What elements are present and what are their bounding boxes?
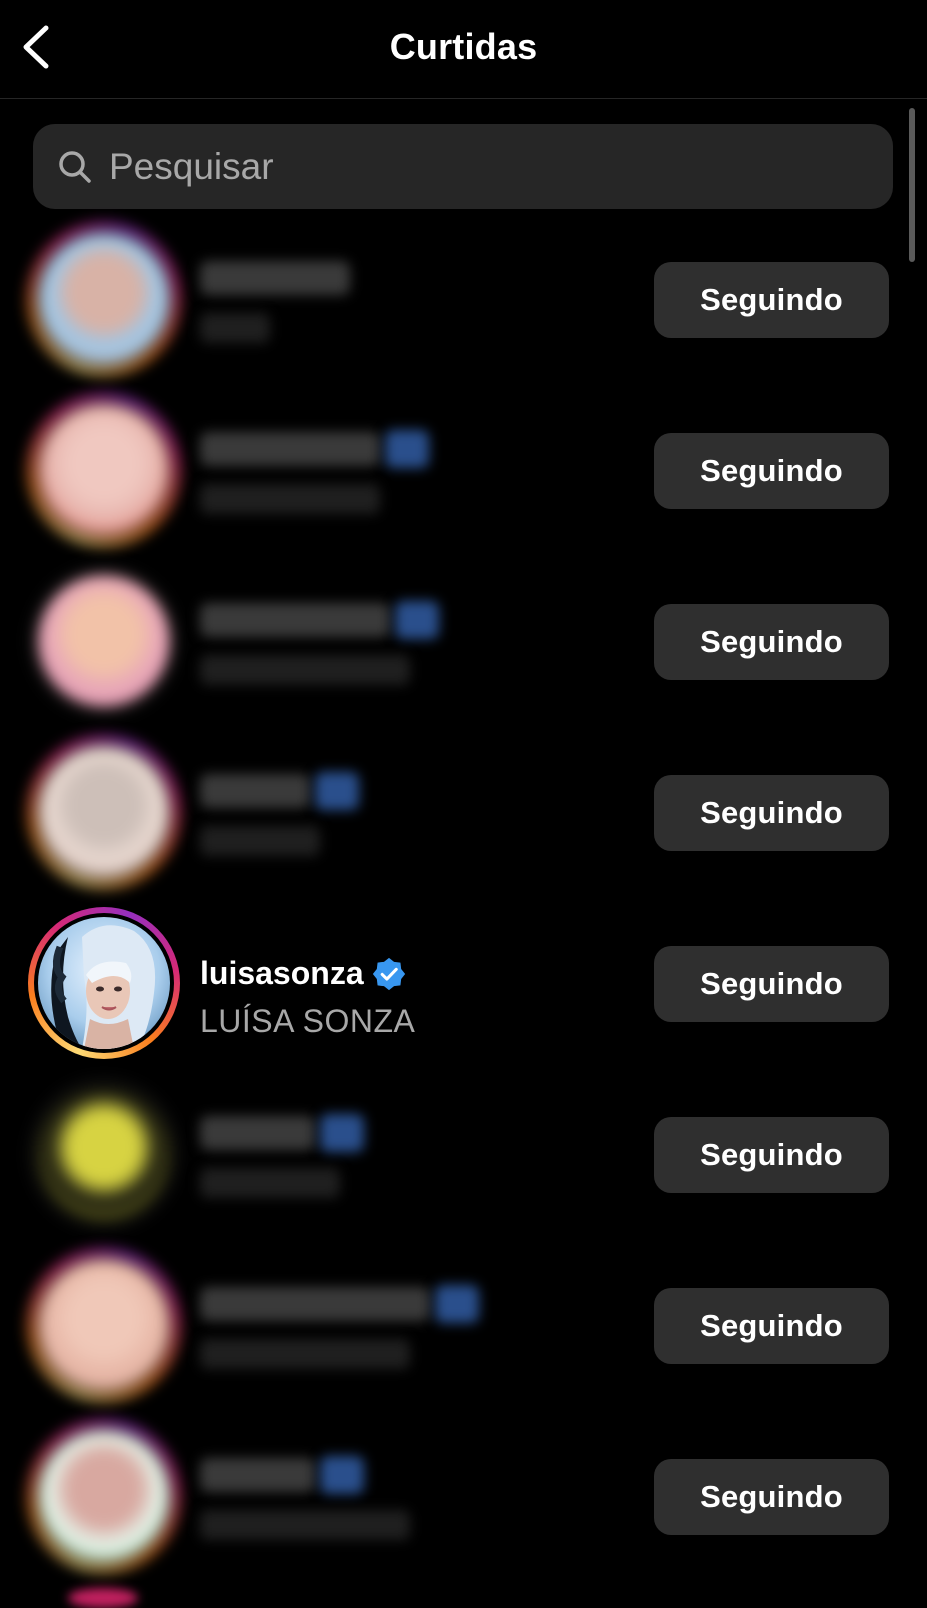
verified-badge-icon — [372, 957, 406, 991]
verified-badge-icon — [395, 601, 439, 639]
following-button[interactable]: Seguindo — [654, 604, 889, 680]
avatar-image — [38, 1088, 170, 1220]
verified-badge-icon — [320, 1456, 364, 1494]
following-button[interactable]: Seguindo — [654, 1288, 889, 1364]
fullname-redacted — [200, 313, 270, 343]
avatar-image — [38, 404, 170, 536]
fullname-redacted — [200, 484, 380, 514]
avatar-image — [38, 1259, 170, 1391]
avatar[interactable] — [28, 223, 180, 375]
username-redacted — [200, 774, 310, 808]
username-redacted — [200, 261, 350, 295]
list-item[interactable]: Seguindo — [0, 1410, 927, 1581]
verified-badge-icon — [435, 1285, 479, 1323]
fullname-redacted — [200, 826, 320, 856]
following-button[interactable]: Seguindo — [654, 946, 889, 1022]
fullname-redacted — [200, 1168, 340, 1198]
username-redacted — [200, 1458, 315, 1492]
avatar[interactable] — [28, 394, 180, 546]
profile-photo — [38, 917, 170, 1049]
avatar-image — [38, 917, 170, 1049]
list-item[interactable]: Seguindo — [0, 384, 927, 555]
avatar[interactable] — [28, 1078, 180, 1230]
following-button[interactable]: Seguindo — [654, 1117, 889, 1193]
list-item[interactable]: luisasonza LUÍSA SONZA Seguindo — [0, 897, 927, 1068]
likes-list: Seguindo Seguindo Seguindo Seguindo luis… — [0, 0, 927, 1600]
partial-avatar — [68, 1588, 138, 1608]
username-redacted — [200, 603, 390, 637]
avatar-image — [38, 233, 170, 365]
username-redacted — [200, 1116, 315, 1150]
list-item[interactable]: Seguindo — [0, 213, 927, 384]
avatar[interactable] — [28, 736, 180, 888]
fullname-redacted — [200, 1339, 410, 1369]
avatar[interactable] — [28, 1249, 180, 1401]
following-button[interactable]: Seguindo — [654, 433, 889, 509]
following-button[interactable]: Seguindo — [654, 775, 889, 851]
list-item[interactable]: Seguindo — [0, 1239, 927, 1410]
username-redacted — [200, 1287, 430, 1321]
avatar[interactable] — [28, 565, 180, 717]
username-redacted — [200, 432, 380, 466]
list-item[interactable]: Seguindo — [0, 1068, 927, 1239]
fullname-redacted — [200, 655, 410, 685]
full-name: LUÍSA SONZA — [200, 1003, 416, 1039]
following-button[interactable]: Seguindo — [654, 1459, 889, 1535]
list-item[interactable]: Seguindo — [0, 555, 927, 726]
fullname-redacted — [200, 1510, 410, 1540]
avatar[interactable] — [28, 1420, 180, 1572]
following-button[interactable]: Seguindo — [654, 262, 889, 338]
avatar-image — [38, 746, 170, 878]
verified-badge-icon — [315, 772, 359, 810]
username[interactable]: luisasonza — [200, 955, 364, 992]
list-item[interactable]: Seguindo — [0, 726, 927, 897]
avatar-image — [38, 575, 170, 707]
verified-badge-icon — [320, 1114, 364, 1152]
verified-badge-icon — [385, 430, 429, 468]
avatar[interactable] — [28, 907, 180, 1059]
avatar-image — [38, 1430, 170, 1562]
